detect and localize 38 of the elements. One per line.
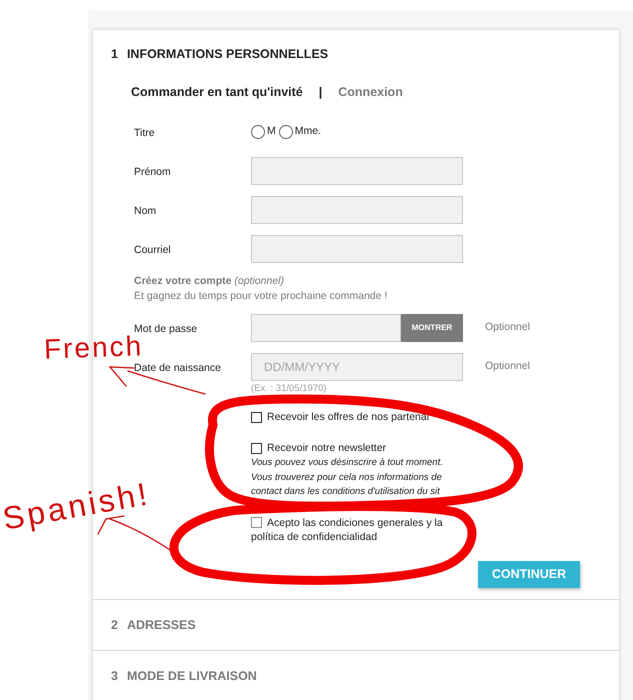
step-title[interactable]: INFORMATIONS PERSONNELLES — [126, 46, 328, 62]
text-field[interactable] — [251, 157, 463, 185]
tab-separator: | — [318, 84, 322, 101]
account-note-title: Créez votre compte (optionnel) — [134, 274, 285, 289]
account-note-text: Et gagnez du temps pour votre prochaine commande ! — [134, 289, 388, 304]
checkbox-label[interactable]: Recevoir les offres de nos partenai — [267, 410, 430, 424]
field-label: Titre — [134, 127, 155, 139]
field-label: Prénom — [134, 166, 171, 178]
field-label: Nom — [134, 205, 156, 217]
step-number: 2 — [111, 616, 118, 632]
tab[interactable]: Connexion — [338, 84, 403, 100]
step-number: 3 — [111, 668, 118, 684]
checkbox-label[interactable]: Acepto las condiciones generales y la política de confidencialidad — [251, 516, 463, 544]
text-field[interactable] — [251, 196, 463, 224]
optional-note: Optionnel — [485, 359, 530, 374]
step-title[interactable]: MODE DE LIVRAISON — [126, 668, 257, 684]
newsletter-help-text: Vous pouvez vous désinscrire à tout moment. Vous trouverez pour cela nos informations de contact dans les conditions d'utilisation du sit — [251, 456, 443, 499]
radio-label[interactable]: Mme. — [294, 124, 321, 140]
field-label: Date de naissance — [134, 362, 221, 374]
field-label: Courriel — [134, 244, 171, 256]
checkbox[interactable] — [251, 442, 262, 454]
checkbox[interactable] — [251, 412, 262, 422]
checkbox[interactable] — [251, 517, 262, 528]
radio-button[interactable] — [278, 125, 293, 139]
tab[interactable]: Commander en tant qu'invité — [131, 84, 303, 100]
step-title[interactable]: ADRESSES — [126, 616, 196, 632]
text-field[interactable] — [251, 235, 463, 263]
handwritten-note: Spanish! — [0, 475, 153, 537]
show-password-button[interactable]: MONTRER — [401, 314, 463, 342]
radio-button[interactable] — [251, 125, 265, 139]
radio-label[interactable]: M — [267, 124, 276, 140]
date-hint: (Ex. : 31/05/1970) — [251, 383, 327, 395]
field-label: Mot de passe — [134, 323, 198, 335]
date-field[interactable]: DD/MM/YYYY — [251, 353, 463, 381]
step-number: 1 — [111, 46, 118, 62]
optional-note: Optionnel — [485, 320, 530, 336]
checkbox-label[interactable]: Recevoir notre newsletter — [267, 441, 386, 455]
password-field[interactable] — [251, 314, 401, 342]
